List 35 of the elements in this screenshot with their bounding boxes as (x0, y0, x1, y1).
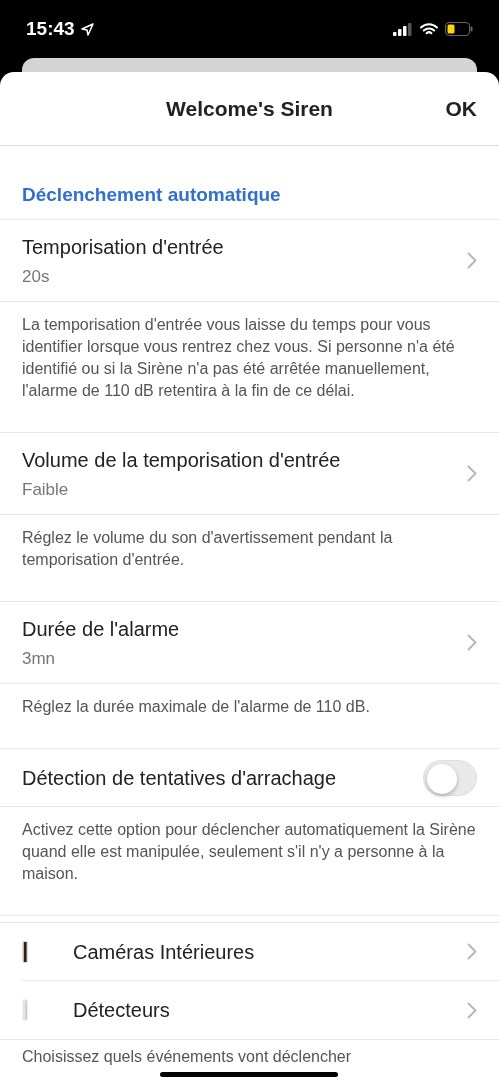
device-label: Caméras Intérieures (73, 939, 256, 965)
ok-button[interactable]: OK (445, 92, 477, 125)
chevron-right-icon (467, 252, 477, 269)
location-arrow-icon (80, 22, 94, 36)
chevron-right-icon (467, 943, 477, 960)
setting-row[interactable]: Durée de l'alarme 3mn (0, 602, 499, 684)
setting-value: 3mn (22, 647, 57, 670)
device-label: Détecteurs (73, 998, 171, 1023)
setting-description: La temporisation d'entrée vous laisse du temps pour vous identifier lorsque vous rentrez chez vous. Si personne n'a été identifié ou si la Sirène n'a pas été arrêtée manuellement, l'alarme de 110 dB retentira à la fin de ce délai. (22, 315, 456, 401)
signal-icon (393, 22, 413, 36)
sheet-title: Welcome's Siren (166, 95, 333, 122)
camera-device-icon (22, 940, 28, 963)
chevron-right-icon (467, 634, 477, 651)
setting-title: Temporisation d'entrée (22, 234, 224, 260)
toggle-switch[interactable] (423, 759, 477, 796)
footer-description: Choisissez quels événements vont déclencher (22, 1048, 353, 1066)
device-row[interactable]: Détecteurs (22, 981, 499, 1039)
chevron-right-icon (467, 465, 477, 482)
setting-row[interactable]: Volume de la temporisation d'entrée Faible (0, 433, 499, 515)
setting-title: Détection de tentatives d'arrachage (22, 765, 336, 791)
section-title: Déclenchement automatique (22, 182, 281, 207)
battery-icon (445, 22, 473, 36)
device-row[interactable]: Caméras Intérieures (22, 923, 499, 981)
status-time: 15:43 (26, 16, 75, 41)
setting-value: 20s (22, 265, 51, 288)
setting-description: Réglez la durée maximale de l'alarme de 110 dB. (22, 697, 371, 717)
chevron-right-icon (467, 1001, 477, 1019)
setting-description: Réglez le volume du son d'avertissement pendant la temporisation d'entrée. (22, 528, 394, 570)
setting-value: Faible (22, 478, 70, 501)
wifi-icon (420, 22, 438, 36)
setting-title: Volume de la temporisation d'entrée (22, 447, 341, 473)
setting-title: Durée de l'alarme (22, 616, 180, 642)
setting-row[interactable]: Temporisation d'entrée 20s (0, 220, 499, 302)
setting-description: Activez cette option pour déclencher automatiquement la Sirène quand elle est manipulée, seulement s'il n'y a personne à la maison. (22, 820, 477, 884)
sensor-device-icon (22, 999, 28, 1021)
